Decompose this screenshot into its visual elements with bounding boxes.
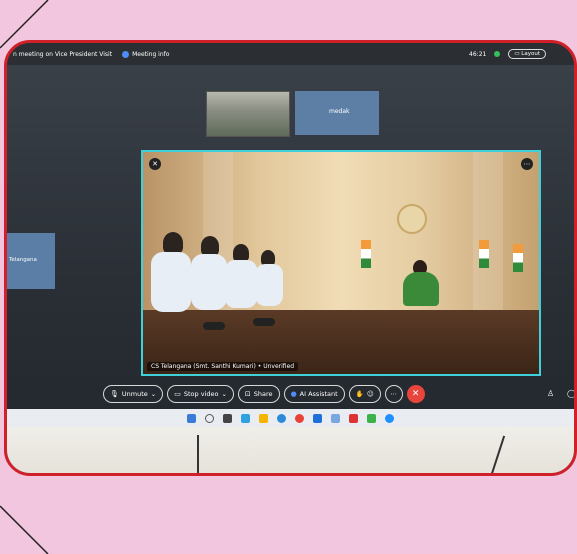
meeting-info-button[interactable]: Meeting info	[122, 50, 170, 58]
stop-video-button[interactable]: ▭ Stop video ⌄	[167, 385, 234, 403]
attendee-body	[255, 264, 283, 306]
share-screen-icon: ⊡	[244, 390, 251, 398]
chevron-down-icon: ⌄	[150, 390, 157, 398]
stand-line	[197, 435, 199, 473]
flag-icon	[361, 240, 371, 268]
microphone-muted-icon: 🎙	[110, 390, 119, 398]
store-icon[interactable]	[313, 413, 322, 423]
corner-decoration-bottom-left	[0, 505, 49, 554]
stand-line	[490, 435, 506, 473]
end-call-button[interactable]: ✕	[406, 385, 425, 403]
meeting-timer: 46:21	[469, 50, 487, 58]
participant-thumbnail-room[interactable]	[206, 91, 290, 137]
more-options-icon[interactable]: ⋯	[521, 158, 533, 170]
webex-icon[interactable]	[385, 413, 394, 423]
unmute-button[interactable]: 🎙 Unmute ⌄	[103, 385, 164, 403]
attendee-body	[191, 254, 227, 310]
reactions-button[interactable]: ✋ ☺	[348, 385, 381, 403]
meeting-controls: 🎙 Unmute ⌄ ▭ Stop video ⌄ ⊡ Share ● AI Assista…	[103, 385, 425, 403]
flag-icon	[513, 244, 523, 272]
more-button[interactable]: ⋯	[384, 385, 403, 403]
unmute-label: Unmute	[121, 390, 148, 398]
share-button[interactable]: ⊡ Share	[237, 385, 280, 403]
layout-button[interactable]: ▭ Layout	[508, 49, 546, 59]
meeting-info-label: Meeting info	[132, 50, 170, 58]
active-speaker-video[interactable]: ✕ ⋯ CS Telangana (Smt. Santhi Kumari) • …	[141, 150, 541, 376]
emblem-icon	[397, 204, 427, 234]
chevron-down-icon: ⌄	[221, 390, 227, 398]
participant-thumbnail-medak[interactable]: medak	[295, 91, 379, 135]
chat-icon[interactable]: ◯	[567, 389, 574, 398]
edge-icon[interactable]	[277, 413, 286, 423]
chrome-icon[interactable]	[295, 413, 304, 423]
microphone	[253, 318, 275, 326]
close-icon: ✕	[411, 389, 420, 399]
photo-frame: n meeting on Vice President Visit Meetin…	[4, 40, 577, 476]
start-icon[interactable]	[187, 413, 196, 423]
app-icon[interactable]	[349, 413, 358, 423]
wall-panel	[473, 152, 503, 312]
task-view-icon[interactable]	[223, 413, 232, 423]
share-label: Share	[253, 390, 273, 398]
ai-assistant-button[interactable]: ● AI Assistant	[283, 385, 345, 403]
shield-icon	[122, 50, 130, 58]
participant-tile-telangana[interactable]: Telangana	[7, 233, 55, 289]
attendee-body	[225, 260, 257, 308]
speaker-figure	[403, 272, 439, 306]
hand-icon: ✋	[355, 390, 364, 398]
windows-taskbar	[7, 409, 574, 427]
microphone	[203, 322, 225, 330]
thumbnail-label: medak	[329, 108, 350, 115]
more-icon: ⋯	[390, 390, 397, 398]
side-tile-label: Telangana	[9, 257, 37, 263]
attendee-head	[201, 236, 219, 256]
speaker-caption: CS Telangana (Smt. Santhi Kumari) • Unve…	[147, 362, 299, 371]
folder-icon[interactable]	[259, 413, 268, 423]
app-icon[interactable]	[331, 413, 340, 423]
app-icon[interactable]	[241, 413, 250, 423]
app-icon[interactable]	[367, 413, 376, 423]
monitor-bezel	[7, 427, 574, 473]
mic-off-icon[interactable]: ✕	[149, 158, 161, 170]
ai-assistant-label: AI Assistant	[299, 390, 338, 398]
search-icon[interactable]	[205, 413, 214, 423]
meeting-title: n meeting on Vice President Visit	[13, 50, 113, 58]
attendee-body	[151, 252, 191, 312]
attendee-head	[163, 232, 183, 254]
ai-assistant-icon: ●	[290, 390, 297, 398]
flag-icon	[479, 240, 489, 268]
connection-status-icon	[494, 51, 501, 57]
stop-video-label: Stop video	[183, 390, 219, 398]
camera-icon: ▭	[174, 390, 181, 398]
layout-label: Layout	[521, 51, 540, 57]
emoji-icon: ☺	[366, 390, 374, 398]
meeting-topbar: n meeting on Vice President Visit Meetin…	[7, 43, 574, 65]
participants-icon[interactable]: ♙	[547, 389, 554, 398]
